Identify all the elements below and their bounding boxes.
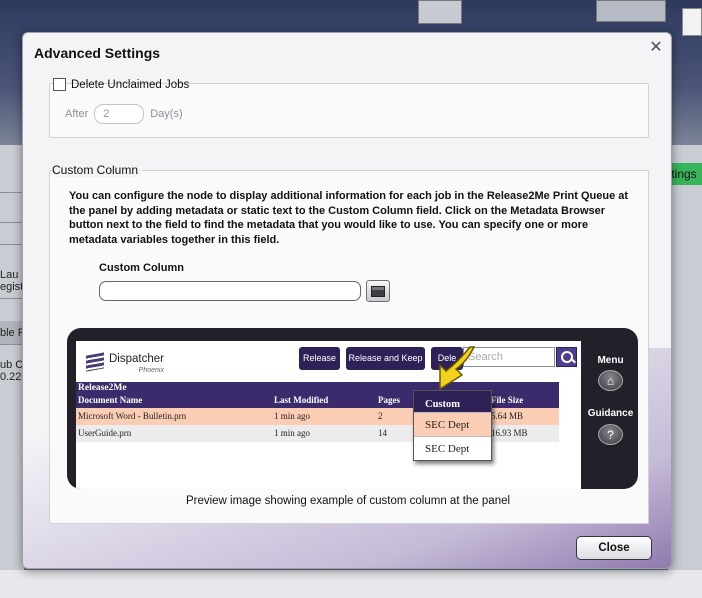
delete-unclaimed-row[interactable]: Delete Unclaimed Jobs [53,78,189,91]
preview-table-title: Release2Me [78,383,127,393]
custom-column-description: You can configure the node to display ad… [69,190,629,246]
metadata-browser-button[interactable] [366,280,390,302]
bg-cell [0,223,24,245]
after-days-row: After 2 Day(s) [65,104,183,124]
col-last-modified: Last Modified [274,395,329,405]
custom-column-input[interactable] [99,281,361,301]
custom-column-value: SEC Dept [414,412,491,436]
custom-column-field-label: Custom Column [99,262,184,274]
delete-unclaimed-label: Delete Unclaimed Jobs [71,78,190,91]
bg-cell: ub C0.220 [0,359,24,383]
dispatcher-logo-icon [86,351,104,372]
metadata-browser-icon [371,285,385,297]
bg-cell [0,193,24,223]
bg-cell: Lau egist [0,265,24,299]
preview-side-menu: Menu ⌂ Guidance ? [583,328,638,489]
background-footer [0,570,702,598]
dialog-title: Advanced Settings [34,45,161,61]
after-label: After [65,108,89,120]
bg-cell [0,167,24,193]
custom-column-section-title: Custom Column [52,163,143,177]
search-icon [556,347,577,367]
logo-sub: Phoenix [138,367,164,374]
settings-tab[interactable]: ttings [668,163,702,185]
delete-unclaimed-checkbox[interactable] [53,78,66,91]
preview-custom-column-dropdown: Custom SEC Dept SEC Dept [413,390,492,461]
preview-caption: Preview image showing example of custom … [185,495,511,507]
device-thumbnail [596,0,666,22]
pointer-arrow-icon [439,346,476,391]
logo-name: Dispatcher [109,353,164,365]
days-input[interactable]: 2 [94,104,145,124]
days-unit-label: Day(s) [150,108,183,120]
help-icon: ? [598,424,623,445]
preview-release-button: Release [299,347,340,370]
col-document-name: Document Name [78,395,143,405]
advanced-settings-dialog: Advanced Settings ✕ Delete Unclaimed Job… [22,32,672,569]
device-thumbnail [418,0,462,24]
side-guidance-label: Guidance [587,408,634,419]
close-button[interactable]: Close [576,536,652,560]
home-icon: ⌂ [598,370,623,391]
col-file-size: File Size [491,395,524,405]
close-icon[interactable]: ✕ [647,39,665,57]
bg-cell: ble R [0,321,24,345]
col-pages: Pages [378,395,400,405]
dispatcher-logo: Dispatcher Phoenix [86,349,164,374]
custom-column-value: SEC Dept [414,436,491,460]
document-icon [682,8,702,36]
background-left-panel: Lauegist ble R ub C0.220 [0,145,24,598]
background-right-panel: ttings [668,145,702,598]
preview-screen: Dispatcher Phoenix Release Release and K… [76,341,581,489]
preview-release-keep-button: Release and Keep [346,347,425,370]
panel-preview-image: Dispatcher Phoenix Release Release and K… [67,328,638,489]
side-menu-label: Menu [597,355,624,366]
